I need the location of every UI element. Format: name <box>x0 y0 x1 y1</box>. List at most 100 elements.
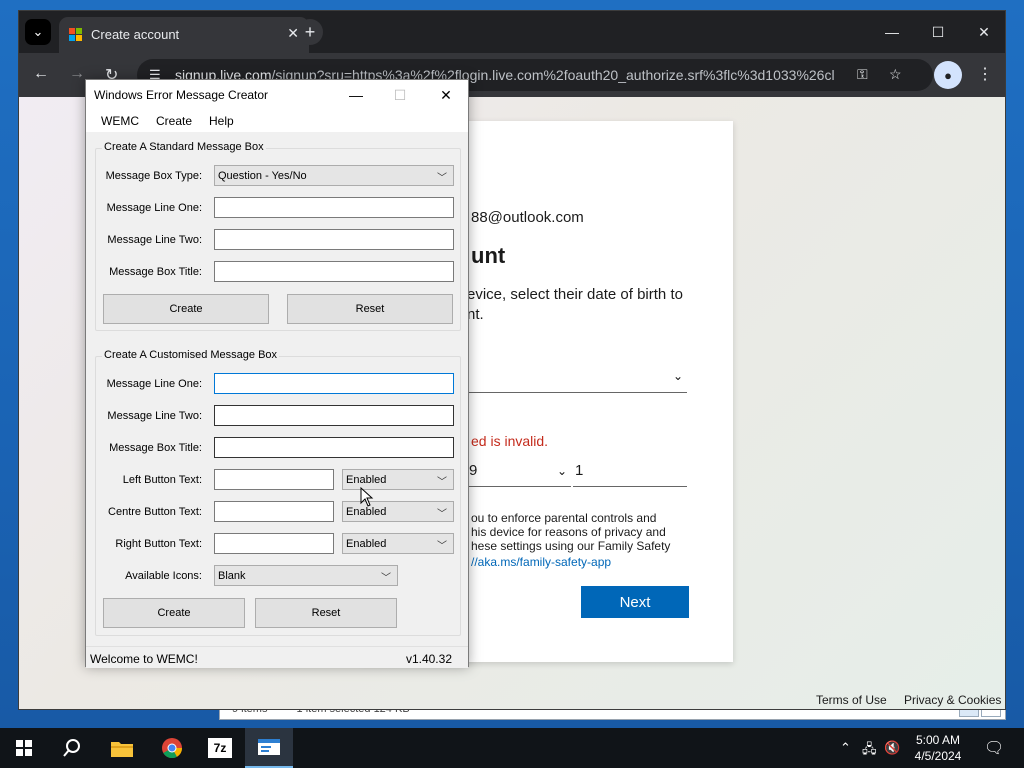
std-line-one-label: Message Line One: <box>106 202 202 214</box>
chevron-down-icon: ﹀ <box>437 173 447 184</box>
wemc-window: Windows Error Message Creator — ☐ ✕ WEMC… <box>85 79 469 668</box>
forward-arrow-icon[interactable]: → <box>69 65 85 83</box>
notification-center-icon[interactable]: 🗨 <box>984 738 1004 758</box>
chevron-down-icon: ⌄ <box>556 464 567 478</box>
windows-logo-icon <box>16 740 32 756</box>
tab-strip: ⌄ Create account ✕ + — ☐ ✕ <box>19 11 1005 53</box>
profile-avatar-icon[interactable]: ● <box>934 61 962 89</box>
bookmark-star-icon[interactable]: ☆ <box>889 66 902 83</box>
taskbar-chrome[interactable] <box>148 728 196 768</box>
browser-maximize-button[interactable]: ☐ <box>915 11 961 53</box>
available-icons-select[interactable]: Blank ﹀ <box>214 565 398 586</box>
browser-minimize-button[interactable]: — <box>869 11 915 53</box>
wemc-minimize-button[interactable]: — <box>336 84 376 106</box>
available-icons-value: Blank <box>218 570 246 582</box>
cust-line-two-input[interactable] <box>214 405 454 426</box>
back-arrow-icon[interactable]: ← <box>33 65 49 83</box>
microsoft-logo-icon <box>69 28 83 42</box>
wemc-title: Windows Error Message Creator <box>94 88 269 102</box>
message-box-type-label: Message Box Type: <box>105 170 202 182</box>
menu-create[interactable]: Create <box>156 114 192 128</box>
start-button[interactable] <box>0 728 48 768</box>
chevron-down-icon: ﹀ <box>437 541 447 552</box>
available-icons-label: Available Icons: <box>125 570 202 582</box>
wemc-status-bar: Welcome to WEMC! v1.40.32 <box>86 646 468 668</box>
wemc-app-icon <box>258 739 280 755</box>
birth-day-value: 9 <box>469 462 478 479</box>
tab-title: Create account <box>91 27 180 42</box>
folder-icon <box>111 742 133 757</box>
search-icon <box>63 739 80 757</box>
cust-line-two-label: Message Line Two: <box>107 410 202 422</box>
left-button-state-select[interactable]: Enabled ﹀ <box>342 469 454 490</box>
cust-title-label: Message Box Title: <box>109 442 202 454</box>
show-hidden-icons-icon[interactable]: ⌃ <box>840 740 851 756</box>
left-button-state-value: Enabled <box>346 474 387 486</box>
new-tab-button[interactable]: + <box>297 19 323 45</box>
mouse-cursor-icon <box>360 487 374 507</box>
right-button-state-select[interactable]: Enabled ﹀ <box>342 533 454 554</box>
right-button-text-input[interactable] <box>214 533 334 554</box>
right-button-text-label: Right Button Text: <box>115 538 202 550</box>
privacy-cookies-link[interactable]: Privacy & Cookies <box>904 693 1001 707</box>
cust-line-one-label: Message Line One: <box>106 378 202 390</box>
password-key-icon[interactable]: ⚿ <box>857 66 868 83</box>
std-line-one-input[interactable] <box>214 197 454 218</box>
centre-button-text-input[interactable] <box>214 501 334 522</box>
std-title-label: Message Box Title: <box>109 266 202 278</box>
status-version-text: v1.40.32 <box>405 652 452 666</box>
taskbar-search-button[interactable] <box>48 728 96 768</box>
std-reset-button[interactable]: Reset <box>287 294 453 324</box>
wemc-title-bar[interactable]: Windows Error Message Creator — ☐ ✕ <box>86 80 468 110</box>
status-welcome-text: Welcome to WEMC! <box>90 652 198 666</box>
clock-date: 4/5/2024 <box>914 749 962 763</box>
country-select[interactable]: ⌄ <box>467 359 687 393</box>
birth-year-value: 1 <box>575 462 584 479</box>
standard-group-legend: Create A Standard Message Box <box>102 141 266 153</box>
parental-info-text: ou to enforce parental controls and his … <box>471 511 671 553</box>
taskbar-7zip[interactable]: 7z <box>196 728 244 768</box>
custom-group-legend: Create A Customised Message Box <box>102 349 280 361</box>
std-create-button[interactable]: Create <box>103 294 269 324</box>
birth-year-input[interactable]: 1 <box>573 455 687 487</box>
centre-button-state-value: Enabled <box>346 506 387 518</box>
message-box-type-value: Question - Yes/No <box>218 170 307 182</box>
taskbar-clock[interactable]: 5:00 AM 4/5/2024 <box>908 732 968 764</box>
left-button-text-label: Left Button Text: <box>122 474 202 486</box>
chevron-down-icon: ﹀ <box>437 509 447 520</box>
browser-menu-icon[interactable]: ⋮ <box>977 64 993 84</box>
birth-day-select[interactable]: 9 ⌄ <box>467 455 571 487</box>
wemc-maximize-button[interactable]: ☐ <box>380 84 420 106</box>
centre-button-state-select[interactable]: Enabled ﹀ <box>342 501 454 522</box>
terms-of-use-link[interactable]: Terms of Use <box>816 693 887 707</box>
cust-line-one-input[interactable] <box>214 373 454 394</box>
wemc-close-button[interactable]: ✕ <box>426 84 466 106</box>
std-title-input[interactable] <box>214 261 454 282</box>
next-button[interactable]: Next <box>581 586 689 618</box>
message-box-type-select[interactable]: Question - Yes/No ﹀ <box>214 165 454 186</box>
family-safety-link[interactable]: //aka.ms/family-safety-app <box>471 555 611 569</box>
cust-title-input[interactable] <box>214 437 454 458</box>
cust-create-button[interactable]: Create <box>103 598 245 628</box>
tab-search-button[interactable]: ⌄ <box>25 19 51 45</box>
tab-create-account[interactable]: Create account ✕ <box>59 17 309 53</box>
network-icon[interactable]: 🖧 <box>862 740 877 762</box>
taskbar: 7z ⌃ 🖧 🔇 5:00 AM 4/5/2024 🗨 <box>0 728 1024 768</box>
centre-button-text-label: Centre Button Text: <box>108 506 202 518</box>
menu-help[interactable]: Help <box>209 114 234 128</box>
chrome-icon <box>162 738 183 759</box>
taskbar-wemc[interactable] <box>245 728 293 768</box>
right-button-state-value: Enabled <box>346 538 387 550</box>
chevron-down-icon: ⌄ <box>672 369 683 383</box>
std-line-two-input[interactable] <box>214 229 454 250</box>
volume-muted-icon[interactable]: 🔇 <box>884 740 900 756</box>
taskbar-file-explorer[interactable] <box>98 728 146 768</box>
menu-wemc[interactable]: WEMC <box>101 114 139 128</box>
browser-close-button[interactable]: ✕ <box>961 11 1007 53</box>
left-button-text-input[interactable] <box>214 469 334 490</box>
chevron-down-icon: ﹀ <box>381 573 391 584</box>
account-email: 88@outlook.com <box>471 209 584 226</box>
chevron-down-icon: ﹀ <box>437 477 447 488</box>
clock-time: 5:00 AM <box>915 733 961 747</box>
cust-reset-button[interactable]: Reset <box>255 598 397 628</box>
